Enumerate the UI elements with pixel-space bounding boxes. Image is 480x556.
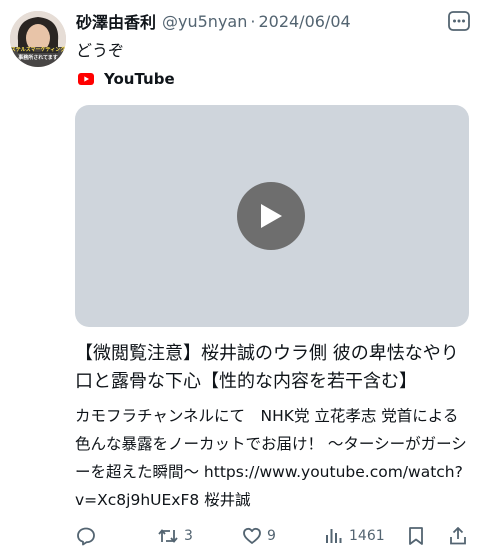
heart-icon	[243, 527, 261, 544]
views-button[interactable]: 1461	[324, 522, 385, 550]
retweet-icon	[158, 529, 178, 543]
card-source[interactable]: YouTube	[78, 70, 175, 88]
bookmark-icon	[409, 527, 423, 545]
action-bar: 3 9 1461	[0, 522, 480, 550]
view-count: 1461	[349, 528, 385, 544]
youtube-icon	[78, 73, 94, 85]
play-button[interactable]	[237, 182, 305, 250]
like-count: 9	[267, 528, 276, 544]
author-name[interactable]: 砂澤由香利	[76, 9, 156, 33]
like-button[interactable]: 9	[242, 522, 276, 550]
tweet-header: 砂澤由香利 @yu5nyan · 2024/06/04	[76, 9, 351, 33]
card-description: カモフラチャンネルにて NHK党 立花孝志 党首による色んな暴露をノーカットでお…	[75, 407, 467, 509]
avatar[interactable]: ステルスマーケティング 事務所されてます	[10, 11, 66, 67]
bookmark-button[interactable]	[407, 522, 425, 550]
separator-dot: ·	[250, 11, 256, 31]
card-title[interactable]: 【微閲覧注意】桜井誠のウラ側 彼の卑怯なやり口と露骨な下心【性的な内容を若干含む…	[75, 340, 467, 396]
reply-icon	[77, 527, 95, 546]
tweet-date[interactable]: 2024/06/04	[258, 12, 350, 31]
avatar-caption-line-1: ステルスマーケティング	[10, 47, 66, 53]
avatar-caption-line-2: 事務所されてます	[18, 55, 58, 61]
play-icon	[261, 204, 282, 228]
card-source-label: YouTube	[104, 70, 175, 88]
reply-button[interactable]	[76, 522, 101, 550]
share-button[interactable]	[448, 522, 468, 550]
author-handle[interactable]: @yu5nyan	[162, 12, 247, 31]
retweet-count: 3	[184, 528, 193, 544]
avatar-caption: ステルスマーケティング 事務所されてます	[10, 46, 66, 62]
tweet-text: どうぞ	[76, 41, 125, 60]
views-icon	[326, 529, 342, 543]
share-icon	[450, 527, 466, 545]
retweet-button[interactable]: 3	[157, 522, 193, 550]
more-options-icon[interactable]	[446, 10, 472, 32]
